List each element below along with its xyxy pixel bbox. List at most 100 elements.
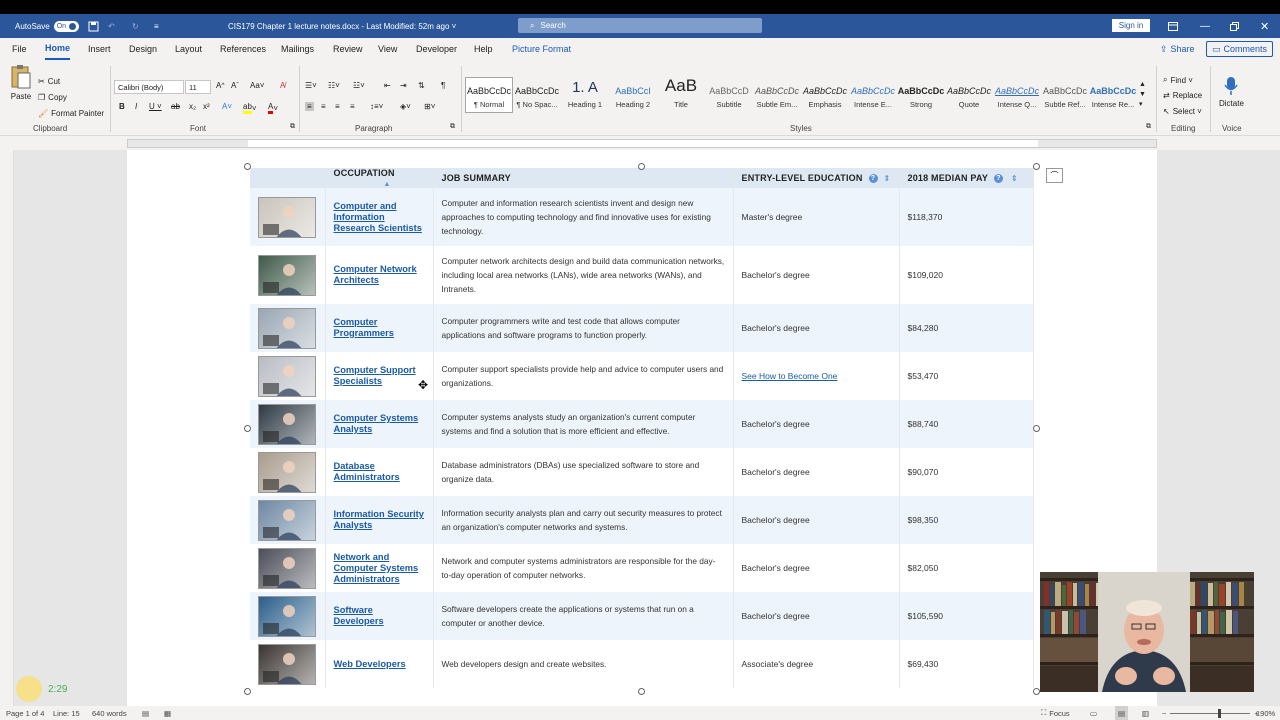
occupation-link[interactable]: Computer Programmers — [334, 317, 425, 339]
sort-icon[interactable]: ⇅ — [418, 81, 425, 90]
word-count[interactable]: 640 words — [92, 706, 127, 720]
sign-in-button[interactable]: Sign in — [1112, 19, 1150, 32]
styles-dialog-launcher-icon[interactable]: ⧉ — [1146, 123, 1151, 131]
align-center-icon[interactable]: ≡ — [321, 102, 326, 111]
style-heading-2[interactable]: AaBbCcI Heading 2 — [609, 78, 657, 109]
underline-icon[interactable]: U ˅ — [149, 102, 162, 111]
resize-handle[interactable] — [244, 425, 251, 432]
italic-icon[interactable]: I — [135, 102, 137, 111]
restore-icon[interactable] — [1230, 14, 1239, 38]
change-case-icon[interactable]: Aa˅ — [250, 81, 264, 90]
resize-handle[interactable] — [1033, 688, 1040, 695]
save-icon[interactable] — [88, 14, 99, 38]
resize-handle[interactable] — [1033, 425, 1040, 432]
bullets-icon[interactable]: ☰˅ — [305, 81, 317, 90]
tab-help[interactable]: Help — [474, 38, 493, 60]
zoom-slider[interactable]: − + — [1162, 706, 1259, 720]
style-subtle-emphasis[interactable]: AaBbCcDc Subtle Em... — [753, 78, 801, 109]
occupation-header[interactable]: OCCUPATION ▲ — [325, 168, 434, 188]
occupation-link[interactable]: Computer Network Architects — [334, 264, 425, 286]
copy-button[interactable]: ❐ Copy — [38, 93, 67, 102]
web-layout-icon[interactable]: ▥ — [1142, 706, 1149, 720]
zoom-level[interactable]: 190% — [1256, 706, 1275, 720]
autosave-toggle[interactable]: On — [53, 20, 80, 32]
tab-insert[interactable]: Insert — [88, 38, 111, 60]
occupation-link[interactable]: Network and Computer Systems Administrat… — [334, 552, 425, 585]
superscript-icon[interactable]: x² — [203, 102, 210, 111]
tab-references[interactable]: References — [220, 38, 266, 60]
redo-icon[interactable]: ↻ — [132, 14, 139, 38]
align-left-icon[interactable]: ≡ — [305, 102, 314, 111]
clear-formatting-icon[interactable]: A̸ — [280, 81, 285, 90]
font-color-icon[interactable]: A ˅ — [268, 102, 278, 114]
resize-handle[interactable] — [244, 688, 251, 695]
bold-icon[interactable]: B — [119, 102, 125, 111]
shrink-font-icon[interactable]: Aˇ — [231, 81, 239, 90]
select-button[interactable]: ↖ Select ˅ — [1163, 107, 1202, 116]
style-title[interactable]: AaB Title — [657, 78, 705, 109]
style-subtitle[interactable]: AaBbCcD Subtitle — [705, 78, 753, 109]
numbering-icon[interactable]: ☷˅ — [328, 81, 340, 90]
style-quote[interactable]: AaBbCcDc Quote — [945, 78, 993, 109]
document-title[interactable]: CIS179 Chapter 1 lecture notes.docx - La… — [228, 14, 456, 38]
read-mode-icon[interactable]: ▭ — [1090, 706, 1097, 720]
resize-handle[interactable] — [638, 688, 645, 695]
search-input[interactable]: ⌕ Search — [518, 18, 762, 33]
sort-icon[interactable]: ⇕ — [1011, 174, 1018, 183]
ribbon-display-icon[interactable] — [1168, 14, 1178, 38]
font-dialog-launcher-icon[interactable]: ⧉ — [290, 123, 295, 131]
strikethrough-icon[interactable]: ab — [171, 102, 180, 111]
text-effects-icon[interactable]: A˅ — [222, 102, 232, 111]
occupation-link[interactable]: Computer Support Specialists — [334, 365, 425, 387]
grow-font-icon[interactable]: A ^ — [216, 81, 224, 90]
shading-icon[interactable]: ◈˅ — [400, 102, 411, 111]
occupation-link[interactable]: Web Developers — [334, 659, 425, 670]
resize-handle[interactable] — [638, 163, 645, 170]
tab-mailings[interactable]: Mailings — [281, 38, 314, 60]
style-subtle-reference[interactable]: AaBbCcDc Subtle Ref... — [1041, 78, 1089, 109]
tab-picture-format[interactable]: Picture Format — [512, 38, 571, 60]
customize-toolbar-icon[interactable]: ≡ — [154, 14, 159, 38]
job-summary-header[interactable]: JOB SUMMARY — [433, 168, 734, 188]
increase-indent-icon[interactable]: ⇥ — [400, 81, 407, 90]
paste-button[interactable]: Paste — [10, 64, 32, 101]
print-layout-icon[interactable]: ▤ — [1115, 706, 1129, 720]
style-intense-quote[interactable]: AaBbCcDc Intense Q... — [993, 78, 1041, 109]
autosave[interactable]: AutoSave On — [15, 14, 80, 38]
style-normal[interactable]: AaBbCcDc ¶ Normal — [465, 77, 513, 113]
occupation-table-picture[interactable]: OCCUPATION ▲ JOB SUMMARY ENTRY-LEVEL EDU… — [250, 168, 1034, 688]
tab-design[interactable]: Design — [129, 38, 157, 60]
tab-review[interactable]: Review — [333, 38, 363, 60]
occupation-link[interactable]: Information Security Analysts — [334, 509, 425, 531]
highlight-icon[interactable]: ab ˅ — [243, 102, 257, 114]
close-icon[interactable]: ✕ — [1260, 14, 1269, 38]
format-painter-button[interactable]: 🖌 Format Painter — [38, 109, 104, 118]
style-heading-1[interactable]: 1. A Heading 1 — [561, 78, 609, 109]
minimize-icon[interactable]: — — [1200, 14, 1210, 38]
sort-up-icon[interactable]: ▲ — [384, 181, 391, 188]
occupation-link[interactable]: Software Developers — [334, 605, 425, 627]
undo-icon[interactable]: ↶ — [108, 14, 115, 38]
proofing-icon[interactable]: ▤ — [142, 706, 149, 720]
resize-handle[interactable] — [244, 163, 251, 170]
tab-developer[interactable]: Developer — [416, 38, 457, 60]
justify-icon[interactable]: ≡ — [350, 102, 355, 111]
borders-icon[interactable]: ⊞˅ — [424, 102, 435, 111]
occupation-link[interactable]: Computer and Information Research Scient… — [334, 201, 425, 234]
tab-file[interactable]: File — [12, 38, 27, 60]
resize-handle[interactable] — [1033, 163, 1040, 170]
help-icon[interactable]: ? — [994, 174, 1004, 184]
cut-button[interactable]: ✂ Cut — [38, 77, 60, 86]
style-emphasis[interactable]: AaBbCcDc Emphasis — [801, 78, 849, 109]
how-to-become-link[interactable]: See How to Become One — [742, 371, 838, 381]
line-number[interactable]: Line: 15 — [53, 706, 80, 720]
line-spacing-icon[interactable]: ↕≡˅ — [370, 102, 383, 111]
style-intense-emphasis[interactable]: AaBbCcDc Intense E... — [849, 78, 897, 109]
layout-options-icon[interactable]: ⌒ — [1046, 168, 1063, 183]
font-size-select[interactable]: 11 — [185, 80, 211, 94]
occupation-link[interactable]: Computer Systems Analysts — [334, 413, 425, 435]
occupation-link[interactable]: Database Administrators — [334, 461, 425, 483]
style-strong[interactable]: AaBbCcDc Strong — [897, 78, 945, 109]
find-button[interactable]: ⌕ Find ˅ — [1163, 75, 1193, 85]
dictate-button[interactable]: Dictate — [1219, 76, 1244, 108]
